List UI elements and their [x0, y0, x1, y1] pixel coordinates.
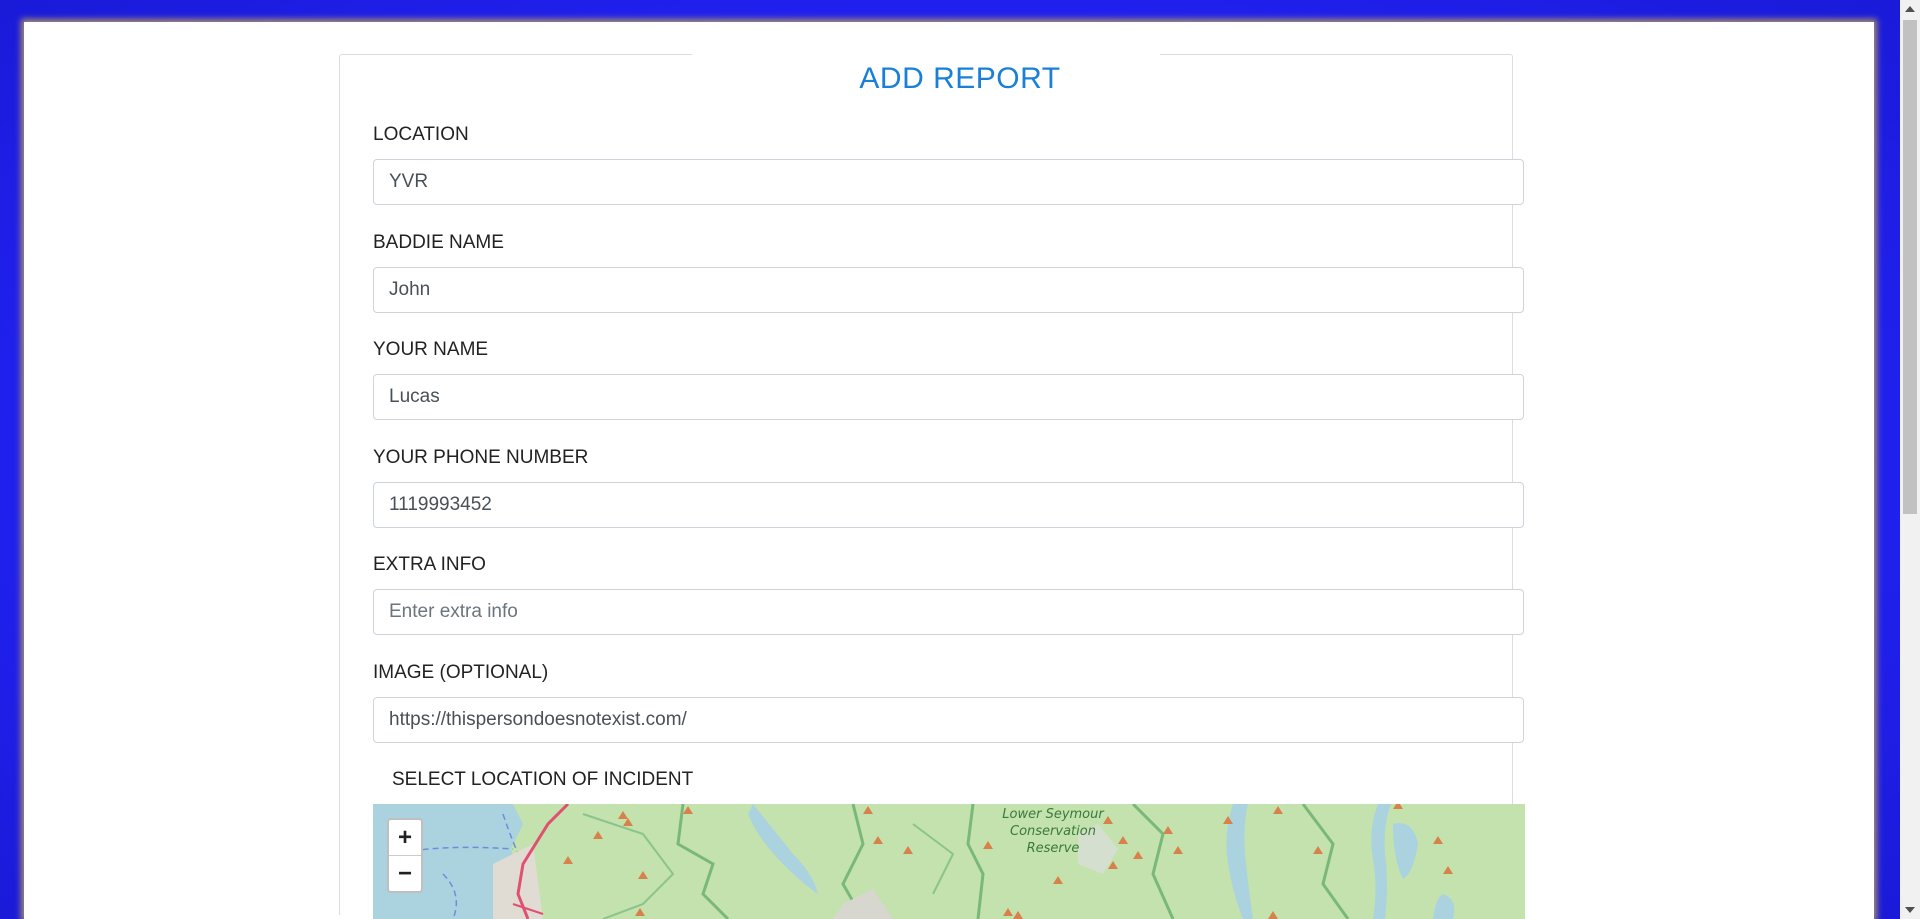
map-place-label-line3: Reserve — [1027, 841, 1080, 856]
baddie-name-label: BADDIE NAME — [373, 232, 504, 253]
location-input[interactable] — [373, 159, 1524, 205]
extra-info-label: EXTRA INFO — [373, 554, 486, 575]
incident-location-map[interactable]: Lower Seymour Conservation Reserve + − — [373, 804, 1525, 919]
zoom-out-button[interactable]: − — [389, 855, 421, 891]
page-title: ADD REPORT — [859, 62, 1061, 95]
location-label: LOCATION — [373, 124, 469, 145]
map-tiles: Lower Seymour Conservation Reserve — [373, 804, 1525, 919]
map-section-label: SELECT LOCATION OF INCIDENT — [392, 769, 694, 790]
baddie-name-input[interactable] — [373, 267, 1524, 313]
scroll-down-arrow-icon[interactable] — [1905, 907, 1915, 913]
scrollbar-thumb[interactable] — [1903, 20, 1917, 514]
map-place-label-line1: Lower Seymour — [1002, 807, 1105, 822]
image-url-input[interactable] — [373, 697, 1524, 743]
map-place-label-line2: Conservation — [1010, 824, 1096, 839]
image-label: IMAGE (OPTIONAL) — [373, 662, 549, 683]
extra-info-input[interactable] — [373, 589, 1524, 635]
map-zoom-controls: + − — [387, 818, 423, 893]
phone-number-label: YOUR PHONE NUMBER — [373, 447, 589, 468]
zoom-in-button[interactable]: + — [389, 820, 421, 855]
your-name-label: YOUR NAME — [373, 339, 489, 360]
page-scrollbar[interactable] — [1900, 0, 1920, 919]
your-name-input[interactable] — [373, 374, 1524, 420]
phone-number-input[interactable] — [373, 482, 1524, 528]
scroll-up-arrow-icon[interactable] — [1905, 6, 1915, 12]
